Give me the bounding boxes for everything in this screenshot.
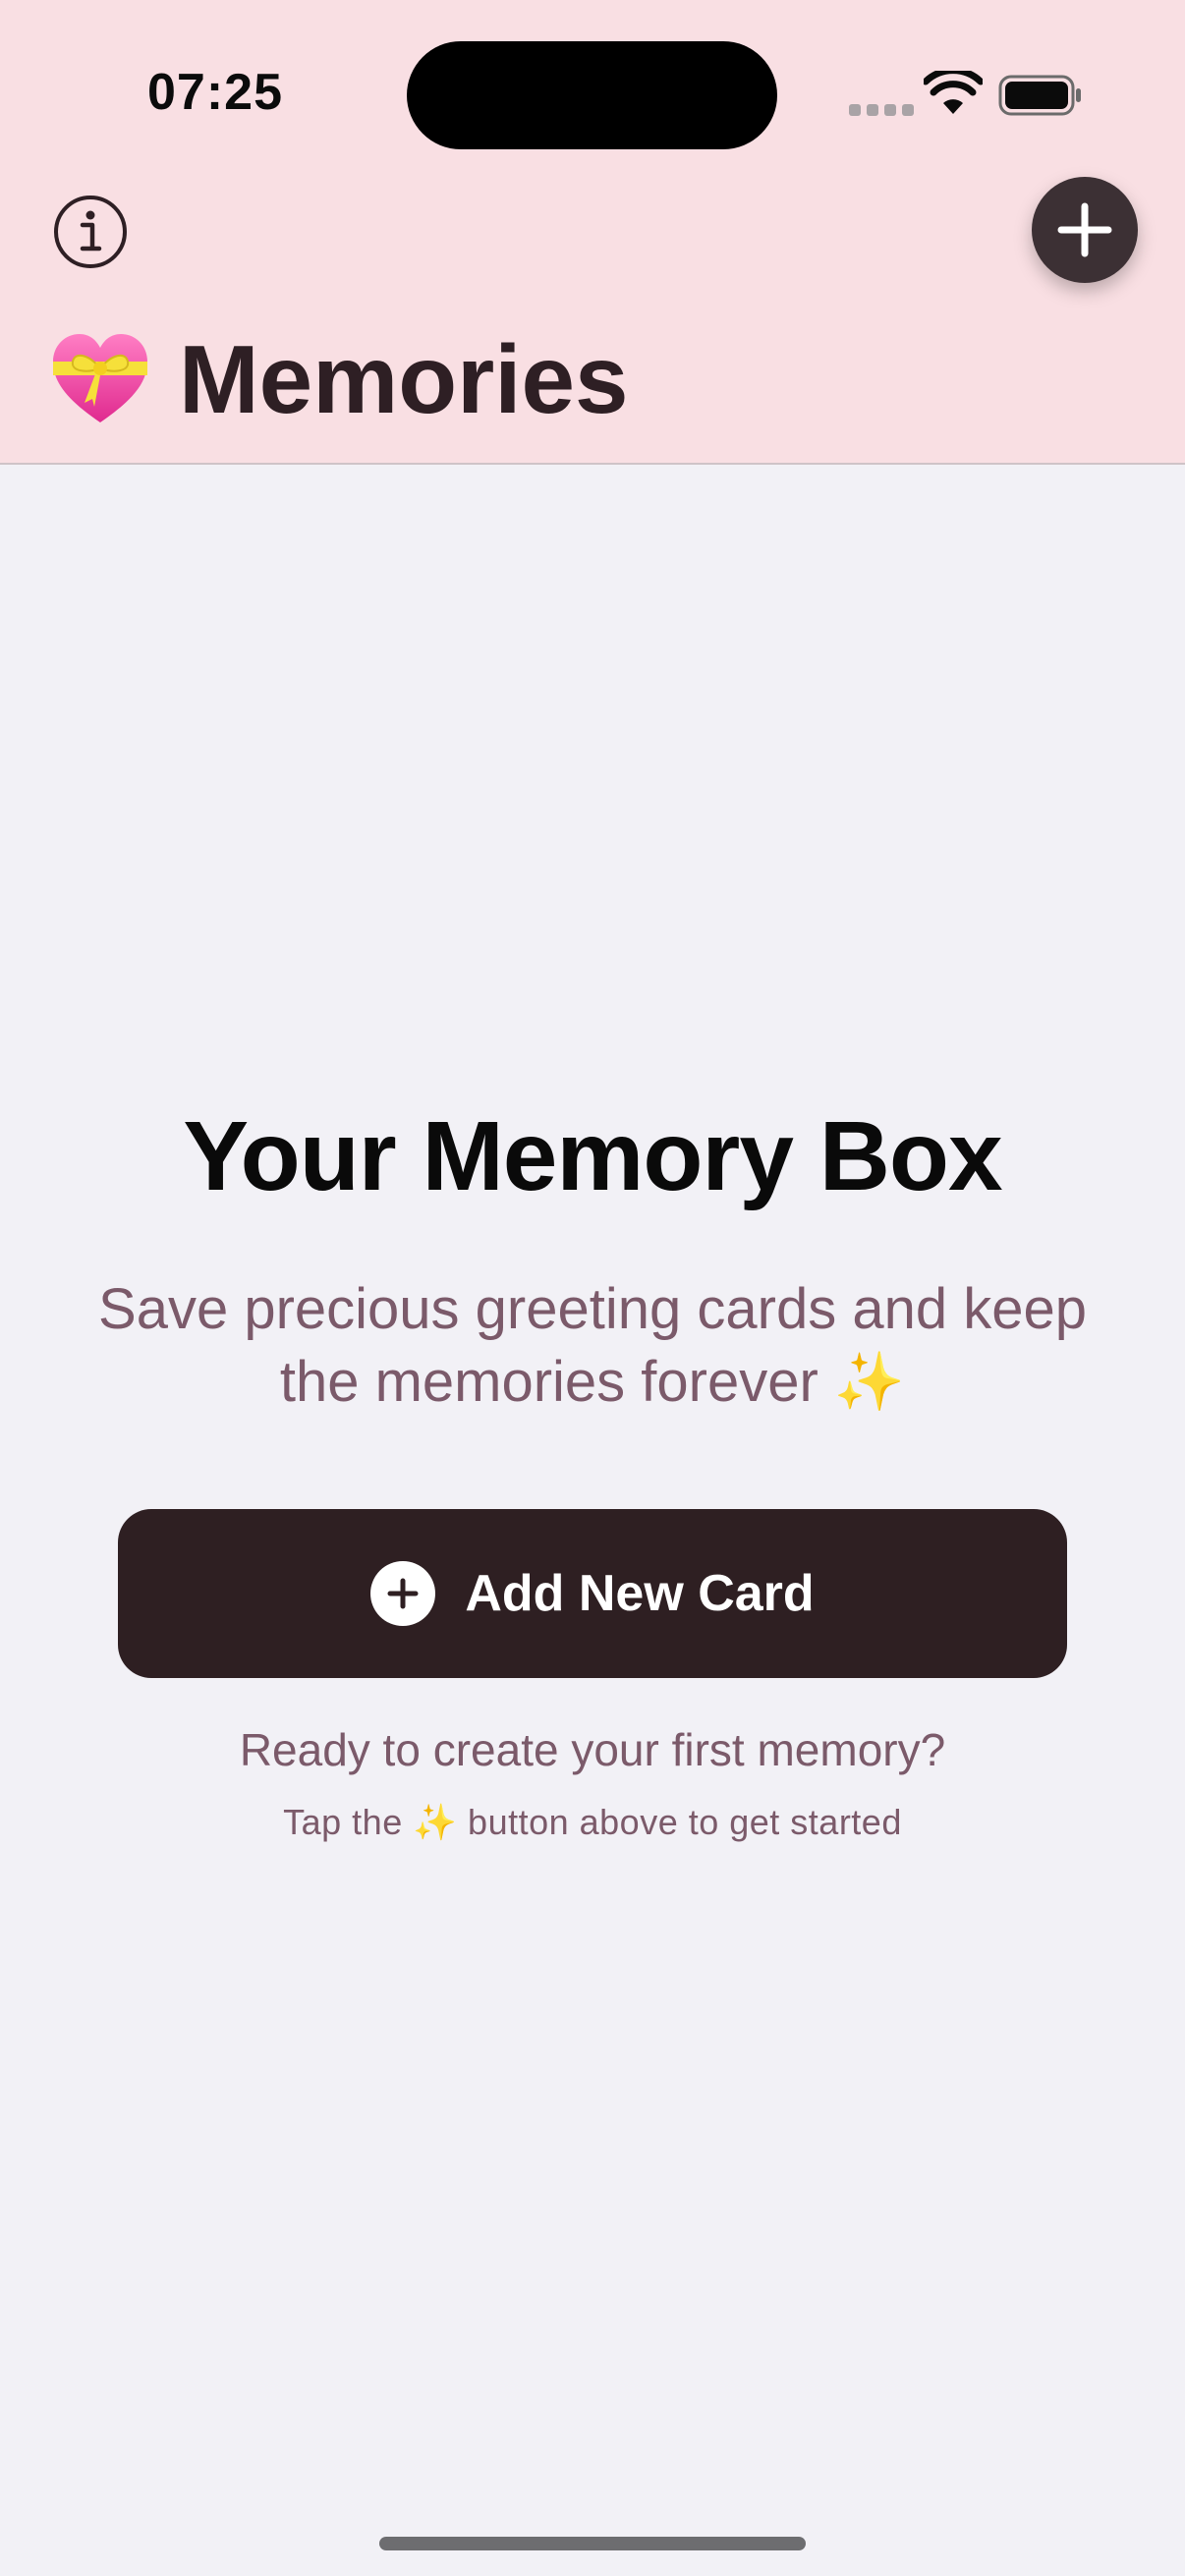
wifi-icon [924, 71, 983, 114]
plus-circle-icon [370, 1561, 436, 1626]
empty-state-heading: Your Memory Box [183, 1101, 1002, 1211]
info-icon[interactable] [53, 195, 128, 269]
navigation-header: 07:25 Memories [0, 0, 1185, 465]
heart-with-ribbon-icon [53, 334, 147, 422]
add-new-card-label: Add New Card [465, 1565, 815, 1622]
ready-prompt-text: Ready to create your first memory? [239, 1724, 946, 1775]
page-title: Memories [49, 320, 629, 438]
battery-icon [998, 75, 1081, 116]
cellular-signal-icon [849, 104, 914, 116]
plus-icon [1057, 202, 1112, 257]
home-indicator[interactable] [379, 2537, 806, 2550]
add-new-card-button[interactable]: Add New Card [118, 1509, 1067, 1678]
add-card-fab[interactable] [1032, 177, 1138, 283]
empty-state-subtitle: Save precious greeting cards and keep th… [98, 1277, 1087, 1414]
tap-hint-text: Tap the ✨ button above to get started [283, 1802, 902, 1842]
page-title-text: Memories [179, 325, 629, 433]
status-time: 07:25 [147, 64, 283, 121]
dynamic-island [407, 41, 777, 149]
